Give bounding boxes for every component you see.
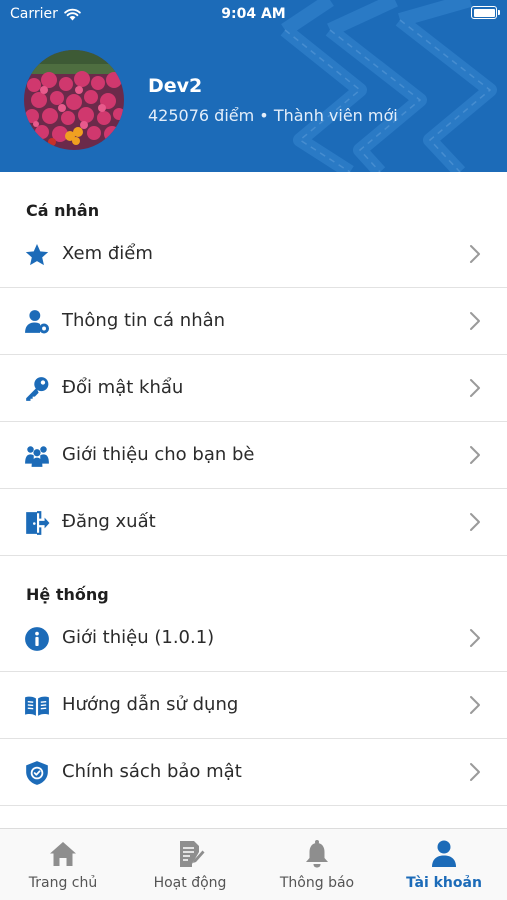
user-points-rank: 425076 điểm • Thành viên mới	[148, 106, 398, 125]
menu-label: Giới thiệu (1.0.1)	[62, 627, 215, 648]
status-time: 9:04 AM	[221, 6, 286, 22]
menu-label: Đổi mật khẩu	[62, 377, 184, 398]
status-bar: Carrier 9:04 AM	[0, 0, 507, 28]
separator-dot: •	[259, 106, 269, 125]
tab-bar: Trang chủ Hoạt động Thông báo Tài khoản	[0, 828, 507, 900]
user-name: Dev2	[148, 75, 203, 97]
menu-label: Đăng xuất	[62, 511, 156, 532]
menu-item-about[interactable]: Giới thiệu (1.0.1)	[0, 605, 507, 672]
account-icon	[432, 840, 456, 867]
menu-label: Hướng dẫn sử dụng	[62, 694, 239, 715]
user-settings-icon	[25, 310, 50, 334]
tab-notifications[interactable]: Thông báo	[254, 829, 380, 900]
menu-label: Chính sách bảo mật	[62, 761, 242, 782]
section-title-personal: Cá nhân	[26, 201, 100, 220]
tab-label: Thông báo	[279, 875, 355, 891]
home-icon	[50, 842, 76, 866]
menu-item-refer-friends[interactable]: Giới thiệu cho bạn bè	[0, 422, 507, 489]
activity-icon	[180, 841, 205, 867]
key-icon	[26, 377, 49, 401]
tab-label: Tài khoản	[406, 875, 482, 891]
menu-label: Xem điểm	[62, 243, 153, 264]
user-rank: Thành viên mới	[273, 106, 398, 125]
tab-home[interactable]: Trang chủ	[0, 829, 126, 900]
menu-item-user-guide[interactable]: Hướng dẫn sử dụng	[0, 672, 507, 739]
menu-item-view-points[interactable]: Xem điểm	[0, 221, 507, 288]
menu-item-logout[interactable]: Đăng xuất	[0, 489, 507, 556]
battery-icon	[471, 6, 500, 19]
tab-activity[interactable]: Hoạt động	[127, 829, 253, 900]
user-points: 425076 điểm	[148, 106, 255, 125]
avatar[interactable]	[24, 50, 124, 150]
section-title-system: Hệ thống	[26, 585, 109, 604]
star-icon	[25, 243, 49, 266]
menu-item-personal-info[interactable]: Thông tin cá nhân	[0, 288, 507, 355]
tab-account[interactable]: Tài khoản	[381, 829, 507, 900]
tab-label: Hoạt động	[153, 875, 227, 891]
profile-header: Carrier 9:04 AM Dev2 425076 điểm • Thành…	[0, 0, 507, 172]
chevron-right-icon	[470, 763, 480, 781]
tab-label: Trang chủ	[28, 875, 98, 891]
bell-icon	[306, 840, 328, 868]
logout-icon	[26, 511, 50, 535]
shield-icon	[26, 761, 48, 785]
book-icon	[25, 696, 49, 716]
menu-label: Thông tin cá nhân	[62, 310, 226, 331]
menu-item-privacy-policy[interactable]: Chính sách bảo mật	[0, 739, 507, 806]
menu-item-change-password[interactable]: Đổi mật khẩu	[0, 355, 507, 422]
chevron-right-icon	[470, 513, 480, 531]
menu-label: Giới thiệu cho bạn bè	[62, 444, 255, 465]
users-icon	[25, 446, 49, 467]
chevron-right-icon	[470, 629, 480, 647]
info-icon	[25, 627, 49, 651]
chevron-right-icon	[470, 379, 480, 397]
chevron-right-icon	[470, 446, 480, 464]
chevron-right-icon	[470, 245, 480, 263]
avatar-image	[24, 50, 124, 150]
chevron-right-icon	[470, 696, 480, 714]
chevron-right-icon	[470, 312, 480, 330]
